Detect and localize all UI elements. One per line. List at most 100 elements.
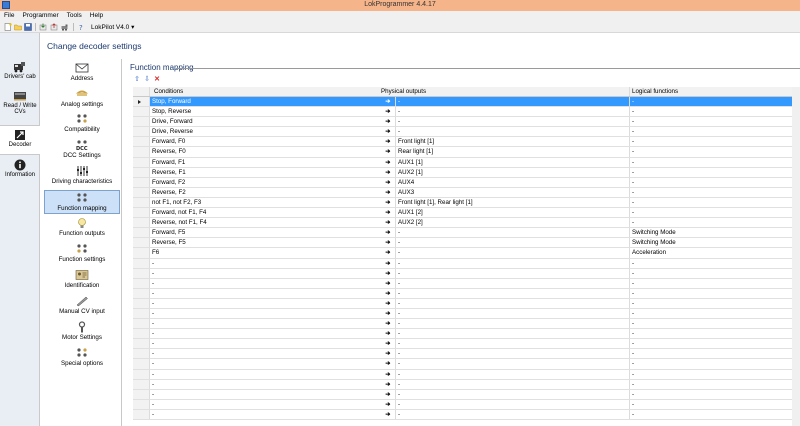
row-selector[interactable] — [133, 288, 150, 298]
conditions-cell[interactable]: - — [150, 359, 385, 368]
category-identification[interactable]: Identification — [44, 269, 120, 289]
loco-icon[interactable] — [61, 23, 69, 31]
logical-functions-cell[interactable]: - — [630, 309, 800, 318]
row-selector[interactable] — [133, 308, 150, 319]
row-selector[interactable] — [133, 248, 150, 258]
conditions-cell[interactable]: Forward, F5 — [150, 228, 385, 237]
category-compatibility[interactable]: Compatibility — [44, 113, 120, 133]
row-selector[interactable] — [133, 268, 150, 278]
row-selector[interactable] — [133, 369, 150, 379]
conditions-cell[interactable]: Stop, Forward — [150, 97, 385, 107]
physical-outputs-cell[interactable]: - — [396, 107, 630, 117]
logical-functions-cell[interactable]: - — [630, 188, 800, 197]
logical-functions-cell[interactable]: Switching Mode — [630, 228, 800, 237]
physical-outputs-cell[interactable]: - — [396, 339, 630, 349]
physical-outputs-cell[interactable]: - — [396, 248, 630, 258]
logical-functions-cell[interactable]: Switching Mode — [630, 238, 800, 247]
row-selector[interactable] — [133, 187, 150, 197]
row-selector[interactable] — [133, 218, 150, 228]
table-row[interactable]: Forward, F5 ➔ - Switching Mode — [133, 228, 800, 239]
table-row[interactable]: - ➔ - - — [133, 278, 800, 289]
logical-functions-cell[interactable]: - — [630, 400, 800, 409]
table-row[interactable]: Reverse, F5 ➔ - Switching Mode — [133, 238, 800, 249]
table-row[interactable]: - ➔ - - — [133, 409, 800, 420]
nav-read-write-cvs[interactable]: Read / Write CVs — [0, 90, 40, 115]
row-selector[interactable] — [133, 278, 150, 288]
conditions-cell[interactable]: Drive, Reverse — [150, 127, 385, 136]
physical-outputs-cell[interactable]: Rear light [1] — [396, 147, 630, 157]
logical-functions-cell[interactable]: - — [630, 299, 800, 308]
table-row[interactable]: - ➔ - - — [133, 359, 800, 370]
conditions-cell[interactable]: - — [150, 319, 385, 328]
logical-functions-cell[interactable]: - — [630, 97, 800, 107]
physical-outputs-cell[interactable]: AUX1 [1] — [396, 157, 630, 167]
physical-outputs-cell[interactable]: - — [396, 409, 630, 419]
table-row[interactable]: not F1, not F2, F3 ➔ Front light [1], Rear… — [133, 197, 800, 209]
row-selector[interactable] — [133, 147, 150, 157]
conditions-cell[interactable]: Forward, not F1, F4 — [150, 208, 385, 217]
physical-outputs-cell[interactable]: - — [396, 117, 630, 127]
row-selector[interactable] — [133, 97, 150, 107]
menu-tools[interactable]: Tools — [63, 11, 86, 20]
logical-functions-cell[interactable]: - — [630, 339, 800, 348]
physical-outputs-cell[interactable]: - — [396, 308, 630, 319]
row-selector[interactable] — [133, 409, 150, 419]
physical-outputs-cell[interactable]: - — [396, 359, 630, 369]
row-selector[interactable] — [133, 167, 150, 177]
conditions-cell[interactable]: - — [150, 400, 385, 409]
logical-functions-cell[interactable]: - — [630, 359, 800, 368]
read-decoder-icon[interactable] — [39, 23, 47, 31]
physical-outputs-cell[interactable]: - — [396, 268, 630, 278]
category-function-settings[interactable]: Function settings — [44, 243, 120, 263]
table-row[interactable]: Reverse, F1 ➔ AUX2 [1] - — [133, 167, 800, 178]
physical-outputs-cell[interactable]: - — [396, 258, 630, 268]
table-row[interactable]: - ➔ - - — [133, 319, 800, 330]
table-row[interactable]: Reverse, not F1, F4 ➔ AUX2 [2] - — [133, 218, 800, 229]
conditions-cell[interactable]: - — [150, 309, 385, 318]
physical-outputs-cell[interactable]: AUX1 [2] — [396, 208, 630, 218]
conditions-cell[interactable]: F6 — [150, 248, 385, 257]
category-analog-settings[interactable]: Analog settings — [44, 88, 120, 108]
conditions-cell[interactable]: - — [150, 339, 385, 348]
table-row[interactable]: Forward, not F1, F4 ➔ AUX1 [2] - — [133, 208, 800, 219]
logical-functions-cell[interactable]: - — [630, 380, 800, 389]
menu-programmer[interactable]: Programmer — [18, 11, 62, 20]
conditions-cell[interactable]: - — [150, 289, 385, 298]
table-row[interactable]: Reverse, F2 ➔ AUX3- — [133, 187, 800, 198]
table-row[interactable]: - ➔ - - — [133, 288, 800, 299]
logical-functions-cell[interactable]: - — [630, 127, 800, 136]
write-decoder-icon[interactable] — [50, 23, 58, 31]
table-row[interactable]: Stop, Reverse ➔ - - — [133, 107, 800, 118]
physical-outputs-cell[interactable]: AUX2 [1] — [396, 167, 630, 177]
category-driving-characteristics[interactable]: Driving characteristics — [44, 165, 120, 185]
conditions-cell[interactable]: Reverse, F0 — [150, 147, 385, 156]
physical-outputs-cell[interactable]: Front light [1], Rear light [1] — [396, 197, 630, 208]
row-selector[interactable] — [133, 329, 150, 339]
physical-outputs-cell[interactable]: - — [396, 278, 630, 288]
move-up-icon[interactable]: ⇧ — [133, 76, 141, 84]
conditions-cell[interactable]: - — [150, 370, 385, 379]
help-icon[interactable]: ? — [77, 23, 85, 31]
logical-functions-cell[interactable]: - — [630, 370, 800, 379]
logical-functions-cell[interactable]: - — [630, 289, 800, 298]
row-selector[interactable] — [133, 177, 150, 187]
physical-outputs-cell[interactable]: - — [396, 329, 630, 339]
conditions-cell[interactable]: - — [150, 380, 385, 389]
conditions-cell[interactable]: - — [150, 299, 385, 308]
column-header-conditions[interactable]: Conditions — [150, 87, 385, 96]
physical-outputs-cell[interactable]: - — [396, 97, 630, 107]
conditions-cell[interactable]: - — [150, 329, 385, 338]
conditions-cell[interactable]: - — [150, 259, 385, 268]
physical-outputs-cell[interactable]: - — [396, 298, 630, 308]
table-row[interactable]: Forward, F1 ➔ AUX1 [1] - — [133, 157, 800, 168]
row-selector[interactable] — [133, 107, 150, 117]
row-selector[interactable] — [133, 197, 150, 208]
delete-icon[interactable]: ✕ — [153, 76, 161, 84]
conditions-cell[interactable]: - — [150, 390, 385, 399]
physical-outputs-cell[interactable]: AUX3 — [396, 187, 630, 197]
conditions-cell[interactable]: Reverse, F1 — [150, 168, 385, 177]
logical-functions-cell[interactable]: - — [630, 390, 800, 399]
decoder-type-dropdown[interactable]: LokPilot V4.0 ▾ — [89, 22, 136, 32]
table-row[interactable]: - ➔ - - — [133, 369, 800, 380]
conditions-cell[interactable]: Reverse, F5 — [150, 238, 385, 247]
